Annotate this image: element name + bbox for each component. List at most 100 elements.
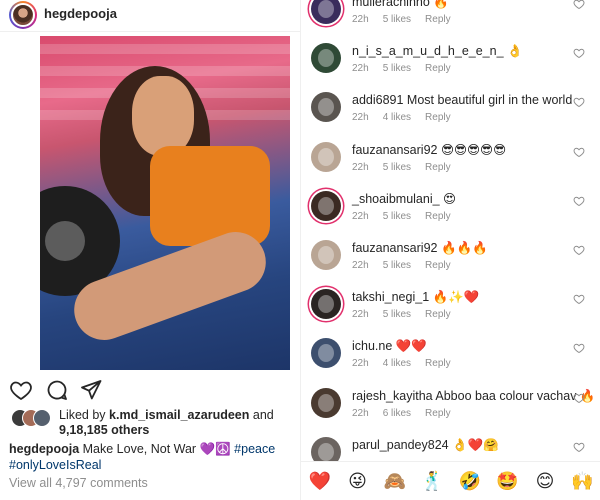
comment-text-line: _shoaibmulani_ 😍 xyxy=(352,191,456,207)
commenter-avatar[interactable] xyxy=(311,141,341,172)
comment-row: _shoaibmulani_ 😍 22h 5 likes Reply xyxy=(301,190,600,239)
emoji-reaction-button[interactable]: 😊 xyxy=(532,469,558,495)
comment-like-heart-icon[interactable] xyxy=(573,95,585,108)
comment-like-heart-icon[interactable] xyxy=(573,0,585,10)
emoji-reaction-button[interactable]: 😜 xyxy=(345,469,371,495)
comment-like-heart-icon[interactable] xyxy=(573,341,585,354)
reply-button[interactable]: Reply xyxy=(425,14,451,25)
commenter-avatar[interactable] xyxy=(311,289,341,320)
comment-likes-count[interactable]: 5 likes xyxy=(383,14,411,25)
paper-plane-icon[interactable] xyxy=(79,378,103,402)
comments-panel: mullerachinho 🔥 22h 5 likes Reply n_i_s_a_m_… xyxy=(300,0,600,500)
reply-button[interactable]: Reply xyxy=(425,309,451,320)
comment-bubble-icon[interactable] xyxy=(45,378,69,402)
emoji-reaction-button[interactable]: 🤣 xyxy=(457,469,483,495)
emoji-reaction-button[interactable]: 🕺 xyxy=(420,469,446,495)
reply-button[interactable]: Reply xyxy=(425,408,451,419)
comment-username[interactable]: takshi_negi_1 xyxy=(352,290,429,304)
comment-time: 22h xyxy=(352,358,369,370)
caption-text: Make Love, Not War 💜☮️ xyxy=(79,442,235,456)
comment-text-line: ichu.ne ❤️❤️ xyxy=(352,338,427,354)
comment-time: 22h xyxy=(352,112,369,124)
comment-like-heart-icon[interactable] xyxy=(573,440,585,452)
reply-button[interactable]: Reply xyxy=(425,162,451,173)
post-caption: hegdepooja Make Love, Not War 💜☮️ #peace… xyxy=(9,441,299,473)
comment-text: 👌❤️🤗 xyxy=(448,437,499,452)
comment-likes-count[interactable]: 5 likes xyxy=(383,211,411,222)
comment-like-heart-icon[interactable] xyxy=(573,46,585,59)
comment-text: 🔥✨❤️ xyxy=(429,290,480,305)
comment-likes-count[interactable]: 4 likes xyxy=(383,358,411,369)
comment-time: 22h xyxy=(352,14,369,25)
comment-time: 22h xyxy=(352,161,369,173)
comment-username[interactable]: fauzanansari92 xyxy=(352,241,437,255)
comment-likes-count[interactable]: 5 likes xyxy=(383,63,411,74)
comment-username[interactable]: parul_pandey824 xyxy=(352,438,449,452)
view-all-comments-link[interactable]: View all 4,797 comments xyxy=(9,476,148,490)
emoji-reaction-button[interactable]: 🙈 xyxy=(382,469,408,495)
emoji-reaction-button[interactable]: ❤️ xyxy=(307,469,333,495)
comment-text-line: addi6891 Most beautiful girl in the worl… xyxy=(352,92,572,108)
likes-summary: Liked by k.md_ismail_azarudeen and 9,18,1… xyxy=(9,407,299,441)
post-photo[interactable] xyxy=(40,36,290,370)
comment-row: addi6891 Most beautiful girl in the worl… xyxy=(301,92,600,140)
comment-meta: 22h 5 likes Reply xyxy=(352,63,465,74)
comment-likes-count[interactable]: 6 likes xyxy=(383,408,411,419)
caption-username[interactable]: hegdepooja xyxy=(9,442,79,456)
comment-meta: 22h 4 likes Reply xyxy=(352,358,465,369)
liked-by-user-link[interactable]: k.md_ismail_azarudeen xyxy=(109,408,249,422)
comment-like-heart-icon[interactable] xyxy=(573,194,585,206)
comment-meta: 22h 5 likes Reply xyxy=(352,211,465,222)
commenter-avatar[interactable] xyxy=(311,43,341,74)
comment-likes-count[interactable]: 5 likes xyxy=(383,162,411,173)
comment-likes-count[interactable]: 4 likes xyxy=(383,112,411,123)
liker-avatars xyxy=(11,409,61,427)
commenter-avatar[interactable] xyxy=(311,338,341,369)
comment-like-heart-icon[interactable] xyxy=(573,145,585,157)
likes-others-link[interactable]: 9,18,185 others xyxy=(59,423,149,437)
profile-avatar[interactable] xyxy=(9,1,37,29)
likes-text: Liked by k.md_ismail_azarudeen and 9,18,1… xyxy=(59,408,299,438)
commenter-avatar[interactable] xyxy=(311,0,341,24)
comment-likes-count[interactable]: 5 likes xyxy=(383,260,411,271)
reply-button[interactable]: Reply xyxy=(425,211,451,222)
commenter-avatar[interactable] xyxy=(311,92,341,123)
comment-username[interactable]: ichu.ne xyxy=(352,339,392,353)
reply-button[interactable]: Reply xyxy=(425,260,451,271)
comment-time: 22h xyxy=(352,309,369,321)
comment-username[interactable]: addi6891 xyxy=(352,93,403,107)
comment-row: ichu.ne ❤️❤️ 22h 4 likes Reply xyxy=(301,338,600,386)
comment-text: Abboo baa colour vachav 🔥 xyxy=(432,388,596,403)
reply-button[interactable]: Reply xyxy=(425,112,451,123)
comment-username[interactable]: _shoaibmulani_ xyxy=(352,192,440,206)
post-username[interactable]: hegdepooja xyxy=(44,6,117,21)
reply-button[interactable]: Reply xyxy=(425,63,451,74)
comment-like-heart-icon[interactable] xyxy=(573,243,585,256)
hashtag-link[interactable]: #onlyLoveIsReal xyxy=(9,458,101,472)
post-actions xyxy=(9,378,129,402)
comment-username[interactable]: mullerachinho xyxy=(352,0,430,9)
comment-row: rajesh_kayitha Abboo baa colour vachav 🔥… xyxy=(301,387,600,436)
commenter-avatar[interactable] xyxy=(311,387,341,418)
comment-meta: 22h 4 likes Reply xyxy=(352,112,465,123)
comment-username[interactable]: n_i_s_a_m_u_d_h_e_e_n_ xyxy=(352,44,504,58)
heart-outline-icon[interactable] xyxy=(9,378,33,402)
comment-row: fauzanansari92 🔥🔥🔥 22h 5 likes Reply xyxy=(301,240,600,288)
emoji-reaction-button[interactable]: 🙌 xyxy=(570,469,596,495)
comment-meta: 22h 5 likes Reply xyxy=(352,309,465,320)
comment-like-heart-icon[interactable] xyxy=(573,391,585,403)
emoji-reaction-button[interactable]: 🤩 xyxy=(495,469,521,495)
comment-likes-count[interactable]: 5 likes xyxy=(383,309,411,320)
commenter-avatar[interactable] xyxy=(311,190,341,221)
comment-text: 🔥 xyxy=(429,0,449,9)
comment-username[interactable]: fauzanansari92 xyxy=(352,143,437,157)
hashtag-link[interactable]: #peace xyxy=(234,442,275,456)
comment-like-heart-icon[interactable] xyxy=(573,292,585,305)
commenter-avatar[interactable] xyxy=(311,240,341,270)
comment-username[interactable]: rajesh_kayitha xyxy=(352,389,433,403)
comment-time: 22h xyxy=(352,210,369,222)
reply-button[interactable]: Reply xyxy=(425,358,451,369)
comment-row: takshi_negi_1 🔥✨❤️ 22h 5 likes Reply xyxy=(301,289,600,337)
comment-text-line: mullerachinho 🔥 xyxy=(352,0,449,10)
comment-time: 22h xyxy=(352,260,369,271)
